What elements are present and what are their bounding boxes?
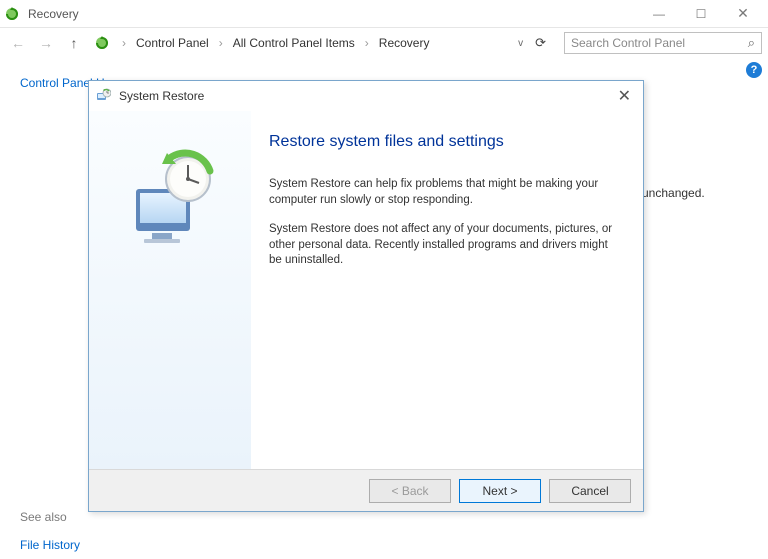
back-button[interactable]: ← [6,31,30,55]
up-button[interactable]: ↑ [62,31,86,55]
back-button: < Back [369,479,451,503]
refresh-button[interactable]: ⟳ [535,35,546,51]
dialog-body: Restore system files and settings System… [89,111,643,469]
dialog-title: System Restore [119,89,612,103]
maximize-button[interactable]: ☐ [680,2,722,26]
dialog-heading: Restore system files and settings [269,133,619,151]
navigation-bar: ← → ↑ › Control Panel › All Control Pane… [0,28,768,58]
dialog-paragraph-2: System Restore does not affect any of yo… [269,222,619,269]
breadcrumb-recovery[interactable]: Recovery [377,34,432,52]
search-icon: ⌕ [748,35,755,51]
close-button[interactable]: ✕ [722,2,764,26]
forward-button[interactable]: → [34,31,58,55]
sidebar-item-file-history[interactable]: File History [20,538,80,552]
system-restore-icon [95,88,111,104]
breadcrumb-control-panel[interactable]: Control Panel [134,34,211,52]
minimize-button[interactable]: — [638,2,680,26]
window-titlebar: Recovery — ☐ ✕ [0,0,768,28]
sidebar-see-also-label: See also [20,510,80,524]
dialog-titlebar: System Restore ✕ [89,81,643,111]
search-input[interactable]: Search Control Panel ⌕ [564,32,762,54]
cancel-button[interactable]: Cancel [549,479,631,503]
search-placeholder: Search Control Panel [571,36,685,50]
crumb-separator-icon: › [215,36,227,50]
address-dropdown-icon[interactable]: v [516,38,525,49]
dialog-footer: < Back Next > Cancel [89,469,643,511]
next-button[interactable]: Next > [459,479,541,503]
dialog-content: Restore system files and settings System… [251,111,643,469]
window-controls: — ☐ ✕ [638,2,764,26]
dialog-paragraph-1: System Restore can help fix problems tha… [269,177,619,208]
crumb-separator-icon: › [118,36,130,50]
dialog-banner [89,111,251,469]
window-title: Recovery [28,7,638,21]
recovery-app-icon [4,6,20,22]
system-restore-illustration [110,143,230,263]
breadcrumb-all-items[interactable]: All Control Panel Items [231,34,357,52]
system-restore-dialog: System Restore ✕ [88,80,644,512]
location-icon [94,35,110,51]
help-icon[interactable]: ? [746,62,762,78]
dialog-close-button[interactable]: ✕ [612,84,637,108]
crumb-separator-icon: › [361,36,373,50]
